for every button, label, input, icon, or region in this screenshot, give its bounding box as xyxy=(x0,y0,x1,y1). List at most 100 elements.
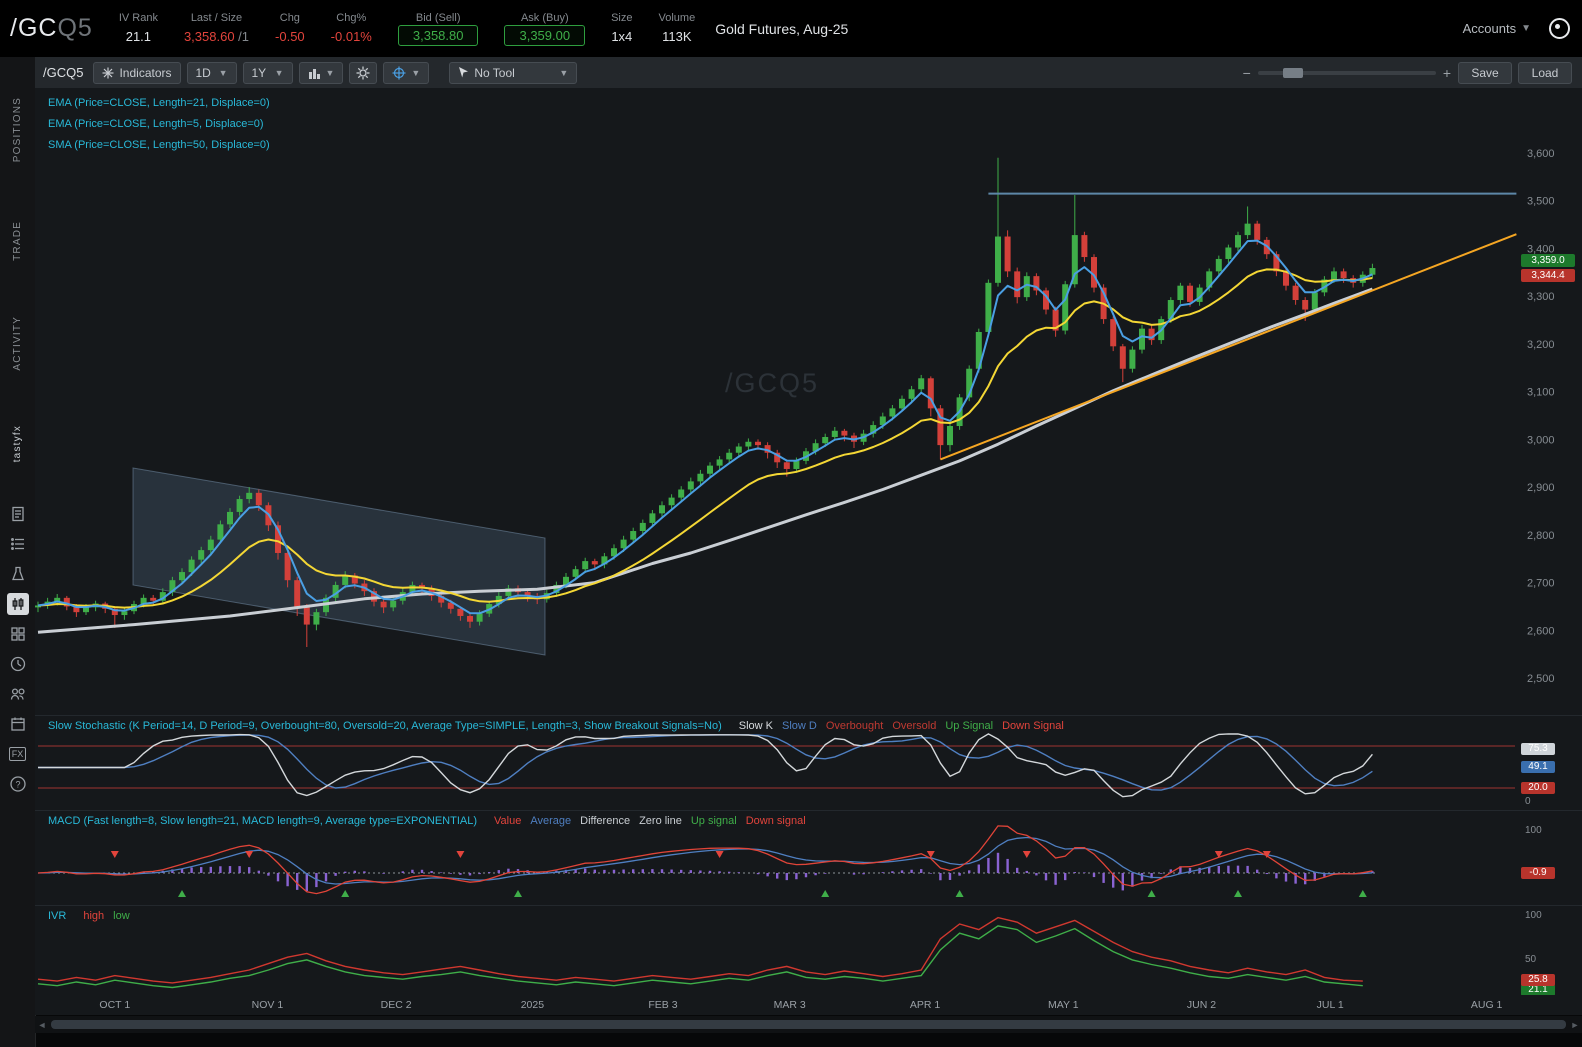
chevron-down-icon: ▼ xyxy=(411,68,420,78)
price-chart-canvas[interactable]: 2,5002,6002,7002,8002,9003,0003,1003,200… xyxy=(35,88,1582,715)
time-axis: OCT 1NOV 1DEC 22025FEB 3MAR 3APR 1MAY 1J… xyxy=(35,995,1582,1015)
x-axis-label: FEB 3 xyxy=(648,999,677,1011)
x-axis-label: NOV 1 xyxy=(252,999,284,1011)
notification-icon[interactable] xyxy=(1549,18,1570,39)
volume-field: Volume 113K xyxy=(659,11,696,46)
horizontal-scrollbar[interactable]: ◄ ► xyxy=(35,1016,1582,1033)
price-chart-panel[interactable]: /GCQ5 2,5002,6002,7002,8002,9003,0003,10… xyxy=(35,88,1582,715)
ivr-title: IVRhighlow xyxy=(48,910,130,922)
price-tick-label: 3,200 xyxy=(1527,339,1555,351)
price-tick-label: 2,500 xyxy=(1527,673,1555,685)
chart-settings-button[interactable] xyxy=(349,62,377,84)
x-axis-label: OCT 1 xyxy=(99,999,130,1011)
zoom-out-button[interactable]: − xyxy=(1236,65,1258,81)
bid-button[interactable]: 3,358.80 xyxy=(398,25,479,46)
x-axis-label: JUL 1 xyxy=(1317,999,1344,1011)
ema21-label: EMA (Price=CLOSE, Length=21, Displace=0) xyxy=(48,93,270,114)
stoch-oversold-badge: 20.0 xyxy=(1521,782,1555,794)
price-tick-label: 3,100 xyxy=(1527,387,1555,399)
zoom-slider[interactable] xyxy=(1258,71,1436,75)
macd-axis-top: 100 xyxy=(1525,825,1542,836)
load-button[interactable]: Load xyxy=(1518,62,1572,84)
sidebar-tab-tastyfx[interactable]: tastyfx xyxy=(0,405,35,483)
stoch-k-badge: 75.3 xyxy=(1521,743,1555,755)
journal-icon[interactable] xyxy=(0,559,35,589)
drawing-tool-dropdown[interactable]: No Tool ▼ xyxy=(449,62,577,84)
stochastic-panel[interactable]: Slow Stochastic (K Period=14, D Period=9… xyxy=(35,715,1582,811)
chg-field: Chg -0.50 xyxy=(275,11,305,46)
down-signal-arrow xyxy=(716,851,724,858)
last-size-field: Last / Size 3,358.60 /1 xyxy=(184,11,249,46)
ask-price-badge: 3,359.0 xyxy=(1521,254,1575,267)
stoch-axis-zero: 0 xyxy=(1525,796,1531,807)
legend-item: Down Signal xyxy=(1002,720,1064,732)
legend-item: high xyxy=(83,910,104,922)
chg-pct-field: Chg% -0.01% xyxy=(331,11,372,46)
zoom-slider-thumb[interactable] xyxy=(1283,68,1303,78)
macd-panel[interactable]: MACD (Fast length=8, Slow length=21, MAC… xyxy=(35,810,1582,906)
x-axis-label: JUN 2 xyxy=(1187,999,1216,1011)
compare-dropdown[interactable]: ▼ xyxy=(383,62,429,84)
ivr-high-badge: 25.8 xyxy=(1521,974,1555,986)
legend-item: Value xyxy=(494,815,521,827)
iv-rank-field: IV Rank 21.1 xyxy=(119,11,158,46)
bid-field: Bid (Sell) 3,358.80 xyxy=(398,11,479,46)
price-tick-label: 3,300 xyxy=(1527,291,1555,303)
down-signal-arrow xyxy=(456,851,464,858)
grid-icon[interactable] xyxy=(0,619,35,649)
x-axis-label: 2025 xyxy=(521,999,544,1011)
range-dropdown[interactable]: 1Y▼ xyxy=(243,62,293,84)
sidebar-tab-positions[interactable]: POSITIONS xyxy=(0,71,35,189)
chart-toolbar: /GCQ5 Indicators 1D▼ 1Y▼ ▼ ▼ No Tool ▼ −… xyxy=(35,57,1582,89)
sma50-label: SMA (Price=CLOSE, Length=50, Displace=0) xyxy=(48,135,270,156)
chart-type-dropdown[interactable]: ▼ xyxy=(299,62,344,84)
ivr-panel[interactable]: IVRhighlow 100 50 21.1 25.8 xyxy=(35,905,1582,996)
x-axis-label: MAY 1 xyxy=(1048,999,1079,1011)
watchlist-icon[interactable] xyxy=(0,529,35,559)
legend-item: Oversold xyxy=(892,720,936,732)
news-icon[interactable] xyxy=(0,499,35,529)
contract-description: Gold Futures, Aug-25 xyxy=(715,21,848,37)
down-signal-arrow xyxy=(111,851,119,858)
up-signal-arrow xyxy=(956,890,964,897)
legend-item: Up Signal xyxy=(945,720,993,732)
left-sidebar: POSITIONS TRADE ACTIVITY tastyfx FX ? xyxy=(0,57,36,1047)
last-price-badge: 3,344.4 xyxy=(1521,269,1575,282)
ask-button[interactable]: 3,359.00 xyxy=(504,25,585,46)
social-icon[interactable] xyxy=(0,679,35,709)
legend-item: low xyxy=(113,910,130,922)
fx-icon[interactable]: FX xyxy=(0,739,35,769)
legend-item: Difference xyxy=(580,815,630,827)
ivr-axis-100: 100 xyxy=(1525,910,1542,921)
ivr-canvas[interactable] xyxy=(35,906,1582,995)
ask-field: Ask (Buy) 3,359.00 xyxy=(504,11,585,46)
calendar-icon[interactable] xyxy=(0,709,35,739)
chart-icon[interactable] xyxy=(0,589,35,619)
price-tick-label: 2,700 xyxy=(1527,578,1555,590)
scroll-right-arrow[interactable]: ► xyxy=(1568,1020,1582,1030)
sidebar-tab-trade[interactable]: TRADE xyxy=(0,199,35,283)
accounts-dropdown[interactable]: Accounts▼ xyxy=(1463,21,1531,36)
price-tick-label: 2,800 xyxy=(1527,530,1555,542)
legend-item: Slow K xyxy=(739,720,773,732)
save-button[interactable]: Save xyxy=(1458,62,1512,84)
indicator-config-labels: EMA (Price=CLOSE, Length=21, Displace=0)… xyxy=(48,93,270,156)
history-icon[interactable] xyxy=(0,649,35,679)
zoom-in-button[interactable]: + xyxy=(1436,65,1458,81)
price-tick-label: 3,000 xyxy=(1527,434,1555,446)
symbol-title: /GCQ5 xyxy=(10,14,93,43)
indicators-button[interactable]: Indicators xyxy=(93,62,180,84)
scrollbar-thumb[interactable] xyxy=(51,1020,1566,1029)
help-icon[interactable]: ? xyxy=(0,769,35,799)
down-signal-arrow xyxy=(245,851,253,858)
size-field: Size 1x4 xyxy=(611,11,632,46)
chevron-down-icon: ▼ xyxy=(326,68,335,78)
x-axis-label: MAR 3 xyxy=(774,999,806,1011)
timeframe-dropdown[interactable]: 1D▼ xyxy=(187,62,237,84)
chevron-down-icon: ▼ xyxy=(275,68,284,78)
down-signal-arrow xyxy=(1023,851,1031,858)
macd-value-badge: -0.9 xyxy=(1521,867,1555,879)
chart-symbol-label: /GCQ5 xyxy=(43,65,83,80)
scroll-left-arrow[interactable]: ◄ xyxy=(35,1020,49,1030)
sidebar-tab-activity[interactable]: ACTIVITY xyxy=(0,295,35,391)
